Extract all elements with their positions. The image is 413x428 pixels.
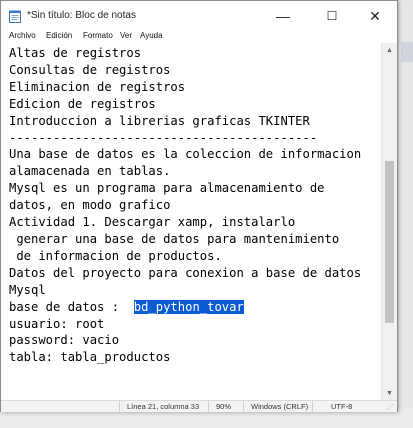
maximize-icon: ☐: [326, 9, 338, 23]
notepad-icon: [9, 10, 21, 23]
document-line: Una base de datos es la coleccion de inf…: [9, 147, 362, 162]
chevron-down-icon[interactable]: ▼: [382, 386, 397, 400]
menu-ver[interactable]: Ver: [120, 31, 132, 40]
document-line: generar una base de datos para mantenimi…: [9, 231, 340, 246]
status-separator: [243, 401, 244, 412]
document-line: de informacion de productos.: [9, 248, 222, 263]
document-line: Mysql: [9, 282, 46, 297]
document-text: Altas de registros Consultas de registro…: [9, 45, 361, 366]
document-line: Mysql es un programa para almacenamiento…: [9, 181, 325, 196]
document-line-db-prefix: base de datos :: [9, 299, 134, 314]
menu-archivo[interactable]: Archivo: [9, 31, 36, 40]
document-line: Eliminacion de registros: [9, 79, 186, 94]
document-line: usuario: root: [9, 316, 105, 331]
document-line: ----------------------------------------…: [9, 130, 318, 145]
status-encoding: UTF-8: [331, 402, 353, 411]
maximize-button[interactable]: ☐: [310, 5, 354, 27]
status-cursor-position: Línea 21, columna 33: [127, 402, 200, 411]
document-line: alamacenada en tablas.: [9, 164, 171, 179]
close-icon: ✕: [369, 7, 381, 24]
status-bar: Línea 21, columna 33 90% Windows (CRLF) …: [1, 400, 397, 412]
document-line: Actividad 1. Descargar xamp, instalarlo: [9, 215, 296, 230]
status-line-ending: Windows (CRLF): [251, 402, 309, 411]
document-line: Edicion de registros: [9, 96, 156, 111]
document-line: datos, en modo grafico: [9, 198, 171, 213]
document-line: Altas de registros: [9, 46, 142, 60]
title-bar[interactable]: *Sin título: Bloc de notas — ☐ ✕: [1, 1, 397, 31]
resize-grip-icon[interactable]: ⋰: [387, 403, 394, 411]
minimize-button[interactable]: —: [261, 5, 305, 27]
text-editor[interactable]: Altas de registros Consultas de registro…: [1, 43, 381, 400]
background-window-fragment: [401, 42, 413, 62]
document-line: password: vacio: [9, 333, 120, 348]
document-line: Datos del proyecto para conexion a base …: [9, 265, 362, 280]
notepad-window: *Sin título: Bloc de notas — ☐ ✕ Archivo…: [0, 0, 398, 412]
menu-formato[interactable]: Formato: [83, 31, 113, 40]
minimize-icon: —: [276, 8, 290, 24]
scrollbar-thumb[interactable]: [385, 161, 394, 323]
document-line: tabla: tabla_productos: [9, 350, 171, 365]
menu-bar: Archivo Edición Formato Ver Ayuda: [1, 31, 397, 43]
document-line: Introduccion a librerias graficas TKINTE…: [9, 113, 310, 128]
desktop-background-right: [399, 0, 413, 428]
selected-text: bd_python_tovar: [133, 299, 244, 314]
status-zoom: 90%: [216, 402, 232, 411]
menu-ayuda[interactable]: Ayuda: [140, 31, 163, 40]
document-line: Consultas de registros: [9, 62, 171, 77]
status-separator: [208, 401, 209, 412]
chevron-up-icon[interactable]: ▲: [382, 43, 397, 57]
menu-edicion[interactable]: Edición: [46, 31, 72, 40]
close-button[interactable]: ✕: [353, 5, 397, 27]
window-title: *Sin título: Bloc de notas: [27, 10, 136, 21]
status-separator: [119, 401, 120, 412]
vertical-scrollbar[interactable]: ▲ ▼: [381, 43, 397, 400]
status-separator: [312, 401, 313, 412]
